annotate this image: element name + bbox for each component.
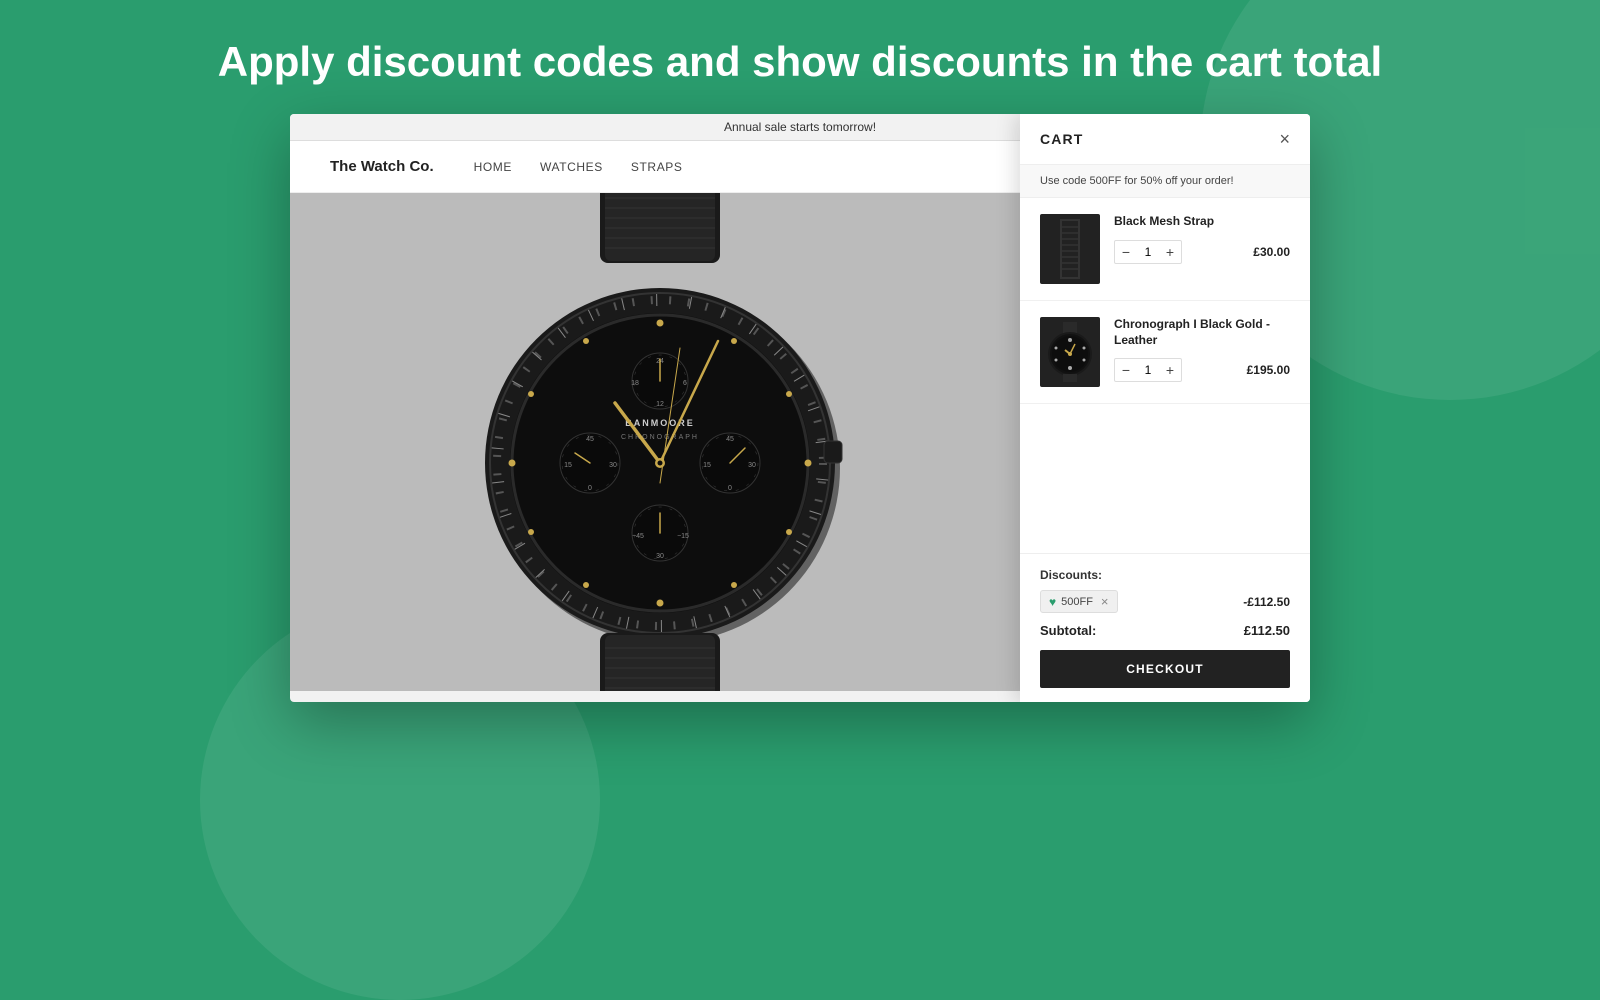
cart-item-decrease-button[interactable]: − (1115, 359, 1137, 381)
svg-text:30: 30 (609, 462, 617, 469)
cart-item-image (1040, 317, 1100, 387)
svg-text:45: 45 (726, 436, 734, 443)
cart-item-quantity: − 1 + (1114, 358, 1182, 382)
svg-text:15: 15 (564, 462, 572, 469)
site-logo: The Watch Co. (330, 158, 434, 175)
cart-footer: Discounts: ♥ 500FF × -£112.50 Subtotal: … (1020, 553, 1310, 702)
website-mockup: Annual sale starts tomorrow! The Watch C… (290, 114, 1310, 702)
cart-promo-bar: Use code 500FF for 50% off your order! (1020, 165, 1310, 198)
subtotal-value: £112.50 (1244, 623, 1290, 638)
svg-text:BANMOORE: BANMOORE (625, 418, 695, 428)
cart-item-qty-row: − 1 + £195.00 (1114, 358, 1290, 382)
watch-image: 24 6 18 12 45 15 30 0 (420, 193, 900, 691)
cart-promo-text: Use code 500FF for 50% off your order! (1040, 175, 1234, 187)
cart-item-image (1040, 214, 1100, 284)
page-headline: Apply discount codes and show discounts … (0, 0, 1600, 114)
browser-window: Annual sale starts tomorrow! The Watch C… (290, 114, 1310, 702)
cart-item-name: Black Mesh Strap (1114, 214, 1290, 230)
checkout-button[interactable]: CHECKOUT (1040, 650, 1290, 688)
svg-text:−45: −45 (632, 533, 644, 540)
cart-item-increase-button[interactable]: + (1159, 359, 1181, 381)
cart-close-button[interactable]: × (1279, 130, 1290, 148)
cart-item-price: £30.00 (1253, 245, 1290, 259)
svg-text:30: 30 (656, 553, 664, 560)
cart-item-quantity: − 1 + (1114, 240, 1182, 264)
nav-links: HOME WATCHES STRAPS (474, 160, 683, 174)
subtotal-label: Subtotal: (1040, 623, 1096, 638)
cart-item-qty-value: 1 (1137, 245, 1159, 259)
svg-text:12: 12 (656, 401, 664, 408)
discount-icon: ♥ (1049, 595, 1056, 609)
discount-remove-button[interactable]: × (1101, 594, 1109, 609)
discount-tag: ♥ 500FF × (1040, 590, 1118, 613)
nav-straps[interactable]: STRAPS (631, 160, 683, 174)
cart-item-price: £195.00 (1247, 363, 1290, 377)
cart-item-details: Black Mesh Strap − 1 + £30.00 (1114, 214, 1290, 264)
cart-item-details: Chronograph I Black Gold - Leather − 1 +… (1114, 317, 1290, 382)
nav-watches[interactable]: WATCHES (540, 160, 603, 174)
cart-panel: CART × Use code 500FF for 50% off your o… (1020, 114, 1310, 702)
svg-text:−15: −15 (677, 533, 689, 540)
cart-items-list: Black Mesh Strap − 1 + £30.00 (1020, 198, 1310, 553)
cart-item-qty-row: − 1 + £30.00 (1114, 240, 1290, 264)
cart-item-increase-button[interactable]: + (1159, 241, 1181, 263)
svg-text:18: 18 (631, 380, 639, 387)
product-area: 24 6 18 12 45 15 30 0 (290, 193, 1310, 691)
svg-text:30: 30 (748, 462, 756, 469)
svg-text:45: 45 (586, 436, 594, 443)
discounts-label: Discounts: (1040, 568, 1290, 582)
cart-item: Chronograph I Black Gold - Leather − 1 +… (1020, 301, 1310, 404)
cart-item-decrease-button[interactable]: − (1115, 241, 1137, 263)
svg-text:0: 0 (588, 485, 592, 492)
cart-item: Black Mesh Strap − 1 + £30.00 (1020, 198, 1310, 301)
nav-home[interactable]: HOME (474, 160, 512, 174)
svg-text:CHRONOGRAPH: CHRONOGRAPH (621, 434, 699, 441)
discount-code: 500FF (1061, 596, 1093, 608)
discount-amount: -£112.50 (1243, 595, 1290, 609)
subtotal-row: Subtotal: £112.50 (1040, 623, 1290, 638)
product-image-area: 24 6 18 12 45 15 30 0 (290, 193, 1030, 691)
svg-text:6: 6 (683, 380, 687, 387)
announcement-text: Annual sale starts tomorrow! (724, 120, 876, 134)
cart-title: CART (1040, 131, 1083, 147)
discount-tag-row: ♥ 500FF × -£112.50 (1040, 590, 1290, 613)
cart-header: CART × (1020, 114, 1310, 165)
svg-text:0: 0 (728, 485, 732, 492)
cart-item-name: Chronograph I Black Gold - Leather (1114, 317, 1290, 348)
cart-item-qty-value: 1 (1137, 363, 1159, 377)
svg-text:15: 15 (703, 462, 711, 469)
